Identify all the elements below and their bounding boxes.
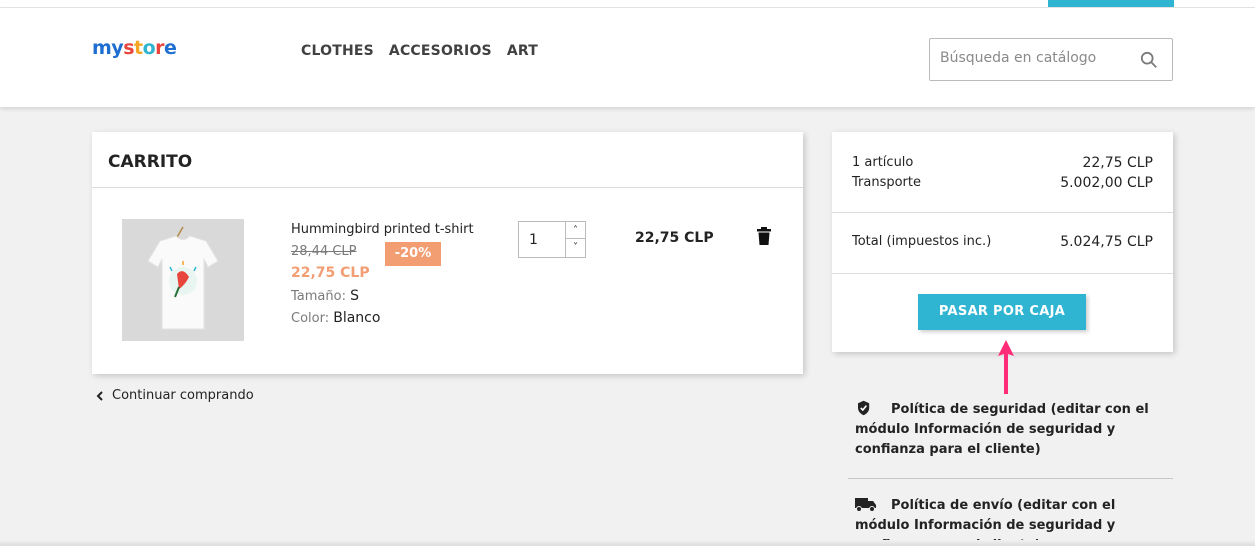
shield-icon bbox=[858, 400, 870, 416]
logo-letter: o bbox=[142, 37, 156, 59]
summary-total-row: Total (impuestos inc.) 5.024,75 CLP bbox=[852, 234, 1153, 250]
quantity-input[interactable]: 1 bbox=[529, 232, 538, 248]
checkout-button[interactable]: PASAR POR CAJA bbox=[918, 294, 1086, 330]
continue-shopping-link[interactable]: Continuar comprando bbox=[96, 388, 254, 403]
search-icon[interactable] bbox=[1140, 51, 1158, 69]
chevron-left-icon bbox=[96, 390, 103, 401]
size-label: Tamaño: bbox=[291, 289, 346, 304]
search-box bbox=[929, 38, 1173, 81]
logo-letter: t bbox=[134, 37, 143, 59]
store-logo[interactable]: my store bbox=[92, 37, 177, 59]
site-header: my store CLOTHES ACCESORIOS ART bbox=[0, 8, 1255, 107]
nav-item-clothes[interactable]: CLOTHES bbox=[301, 43, 374, 59]
divider bbox=[832, 212, 1173, 213]
quantity-stepper[interactable]: 1 ˄ ˅ bbox=[518, 221, 586, 258]
reassurance-shipping: Política de envío (editar con el módulo … bbox=[855, 496, 1155, 546]
main-nav: CLOTHES ACCESORIOS ART bbox=[301, 43, 538, 59]
reassurance-security-text: Política de seguridad (editar con el mód… bbox=[855, 402, 1149, 457]
logo-letter: e bbox=[164, 37, 177, 59]
cart-summary: 1 artículo 22,75 CLP Transporte 5.002,00… bbox=[832, 132, 1173, 352]
truck-icon bbox=[855, 498, 876, 512]
summary-items-label: 1 artículo bbox=[852, 155, 914, 170]
page-edge bbox=[0, 540, 1255, 546]
product-price: 22,75 CLP bbox=[291, 265, 370, 281]
product-size: Tamaño: S bbox=[291, 288, 359, 304]
summary-shipping-label: Transporte bbox=[852, 175, 921, 190]
nav-item-art[interactable]: ART bbox=[507, 43, 538, 59]
summary-shipping-value: 5.002,00 CLP bbox=[1060, 175, 1153, 191]
summary-items-row: 1 artículo 22,75 CLP bbox=[852, 155, 1153, 171]
reassurance-shipping-text: Política de envío (editar con el módulo … bbox=[855, 498, 1116, 546]
product-image[interactable] bbox=[122, 219, 244, 341]
summary-total-label: Total (impuestos inc.) bbox=[852, 234, 992, 249]
summary-items-value: 22,75 CLP bbox=[1082, 155, 1153, 171]
cart-title: CARRITO bbox=[108, 152, 193, 172]
reassurance-security: Política de seguridad (editar con el mód… bbox=[855, 400, 1155, 460]
product-name[interactable]: Hummingbird printed t-shirt bbox=[291, 222, 474, 237]
chevron-down-icon[interactable]: ˅ bbox=[566, 239, 585, 256]
divider bbox=[92, 187, 803, 188]
top-accent-tab[interactable] bbox=[1048, 0, 1174, 7]
continue-shopping-label: Continuar comprando bbox=[112, 388, 254, 403]
summary-shipping-row: Transporte 5.002,00 CLP bbox=[852, 175, 1153, 191]
color-label: Color: bbox=[291, 311, 330, 326]
divider bbox=[848, 478, 1173, 479]
product-old-price: 28,44 CLP bbox=[291, 244, 357, 259]
size-value: S bbox=[350, 288, 359, 304]
nav-item-accesorios[interactable]: ACCESORIOS bbox=[389, 43, 492, 59]
summary-total-value: 5.024,75 CLP bbox=[1060, 234, 1153, 250]
trash-icon[interactable] bbox=[757, 227, 771, 245]
divider bbox=[832, 273, 1173, 274]
cart-card: CARRITO Hummingbird printed t-shirt 28,4… bbox=[92, 132, 803, 374]
quantity-arrows: ˄ ˅ bbox=[565, 222, 585, 257]
logo-letter: s bbox=[123, 37, 134, 59]
logo-letter: r bbox=[155, 37, 165, 59]
chevron-up-icon[interactable]: ˄ bbox=[566, 222, 585, 239]
product-line-total: 22,75 CLP bbox=[635, 230, 714, 246]
annotation-arrow bbox=[998, 340, 1014, 394]
discount-badge: -20% bbox=[385, 242, 441, 266]
color-value: Blanco bbox=[333, 310, 381, 326]
logo-letter: my bbox=[92, 37, 124, 59]
product-color: Color: Blanco bbox=[291, 310, 380, 326]
search-input[interactable] bbox=[940, 50, 1130, 66]
